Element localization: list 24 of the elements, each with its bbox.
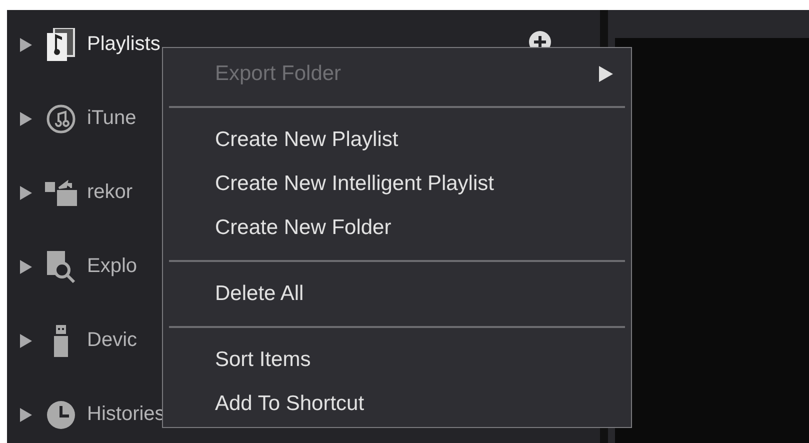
sidebar-item[interactable]: Devic xyxy=(87,329,138,352)
sidebar-item[interactable]: Explo xyxy=(87,255,138,278)
expand-arrow-icon[interactable] xyxy=(20,334,32,348)
menu-item[interactable]: Create New Playlist xyxy=(163,118,631,162)
folder-arrow-icon xyxy=(45,180,77,206)
expand-arrow-icon[interactable] xyxy=(20,112,32,126)
sidebar-item[interactable]: rekor xyxy=(87,181,133,204)
menu-item[interactable]: Create New Intelligent Playlist xyxy=(163,162,631,206)
file-search-icon xyxy=(46,250,76,282)
clock-icon xyxy=(46,400,76,430)
sidebar-item[interactable]: Histories xyxy=(87,403,165,426)
sidebar-item[interactable]: iTune xyxy=(87,107,136,130)
sidebar-item[interactable]: Playlists xyxy=(87,33,160,56)
expand-arrow-icon[interactable] xyxy=(20,408,32,422)
expand-arrow-icon[interactable] xyxy=(20,260,32,274)
menu-item[interactable]: Delete All xyxy=(163,272,631,316)
menu-item[interactable]: Add To Shortcut xyxy=(163,382,631,426)
menu-item[interactable]: Create New Folder xyxy=(163,206,631,250)
usb-drive-icon xyxy=(51,324,71,356)
music-note-circle-icon xyxy=(46,104,76,134)
expand-arrow-icon[interactable] xyxy=(20,38,32,52)
menu-item[interactable]: Sort Items xyxy=(163,338,631,382)
music-note-icon xyxy=(46,28,76,62)
expand-arrow-icon[interactable] xyxy=(20,186,32,200)
